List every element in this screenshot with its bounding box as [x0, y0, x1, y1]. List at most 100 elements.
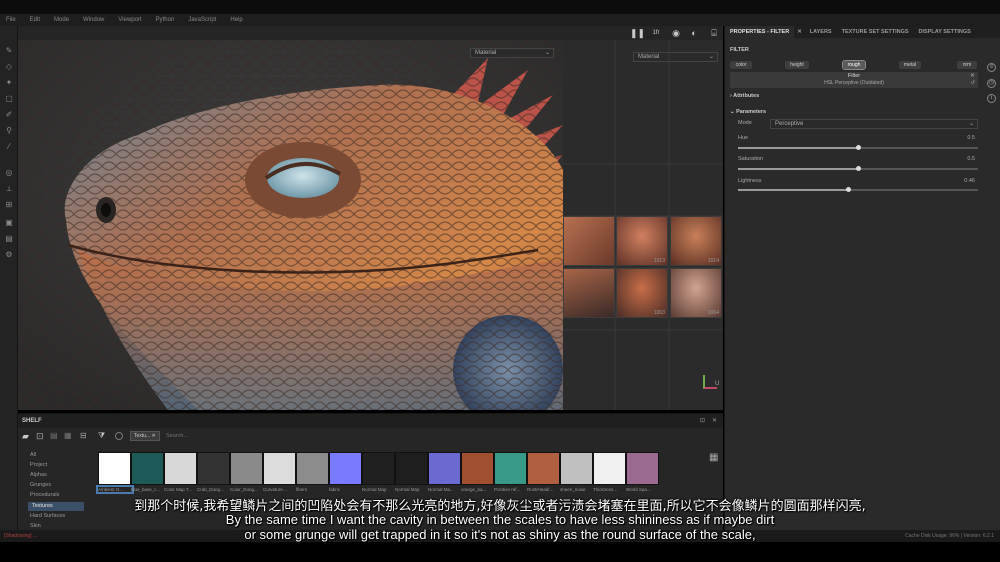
info-icon[interactable]: i [987, 94, 996, 103]
material-dropdown-3d[interactable]: Material ⌄ [470, 48, 554, 58]
menu-bar: File Edit Mode Window Viewport Python Ja… [0, 14, 1000, 26]
geometry-mask-icon[interactable]: ▢ [4, 94, 14, 104]
settings-icon[interactable]: ⚙ [4, 250, 14, 260]
filter-title: Filter [847, 73, 861, 79]
parameters-label: Parameters [736, 109, 767, 115]
channel-metal[interactable]: metal [899, 61, 921, 69]
projection-icon[interactable]: ✦ [4, 78, 14, 88]
pause-icon[interactable]: ❚❚ [630, 27, 645, 39]
iguana-render [18, 40, 563, 410]
fps-icon[interactable]: 1fr [650, 27, 662, 39]
channel-rough[interactable]: rough [842, 60, 866, 70]
uv-tile-1014[interactable]: 1014 [670, 216, 722, 266]
shelf-thumbnail[interactable] [428, 452, 461, 485]
eraser-icon[interactable]: ◇ [4, 62, 14, 72]
chevron-down-icon: ⌄ [968, 121, 974, 127]
uv-tile-1003[interactable]: 1003 [616, 268, 668, 318]
tab-properties-filter[interactable]: PROPERTIES - FILTER [725, 26, 795, 38]
lightness-value[interactable]: 0.46 [964, 178, 975, 184]
polygon-fill-icon[interactable]: ◎ [4, 168, 14, 178]
shelf-thumbnail-label: Color_Dung... [230, 487, 258, 492]
paint-brush-icon[interactable]: ✎ [4, 46, 14, 56]
channel-nrm[interactable]: nrm [957, 61, 977, 69]
attributes-header[interactable]: › Attributes [730, 93, 759, 99]
screenshot-icon[interactable]: ⌸ [708, 27, 720, 39]
menu-python[interactable]: Python [156, 14, 175, 26]
hue-slider[interactable] [738, 145, 978, 150]
subtitle-english-line-2: or some grunge will get trapped in it so… [244, 527, 756, 542]
mode-dropdown[interactable]: Perceptive ⌄ [770, 119, 978, 129]
shelf-thumbnail[interactable] [329, 452, 362, 485]
viewport-toolbar: ❚❚ 1fr ◉ ◐ ⌸ [18, 26, 723, 40]
saturation-slider[interactable] [738, 166, 978, 171]
shelf-thumbnail[interactable] [461, 452, 494, 485]
tab-texture-set-settings[interactable]: TEXTURE SET SETTINGS [837, 26, 914, 38]
grid-size-icon[interactable]: ▦ [709, 452, 718, 463]
document-icon[interactable]: ▤ [4, 234, 14, 244]
shelf-thumbnail[interactable] [98, 452, 131, 485]
uv-tile-left-top [563, 216, 615, 266]
menu-viewport[interactable]: Viewport [118, 14, 141, 26]
menu-edit[interactable]: Edit [30, 14, 40, 26]
shelf-thumbnail[interactable] [395, 452, 428, 485]
image-icon[interactable]: ▣ [4, 218, 14, 228]
viewport-3d[interactable]: Material ⌄ [18, 40, 563, 410]
picker-icon[interactable]: ⁄ [4, 142, 14, 152]
smudge-icon[interactable]: ✐ [4, 110, 14, 120]
bake-icon[interactable]: ⊞ [4, 200, 14, 210]
display-mode-icon[interactable]: ◐ [688, 27, 700, 39]
video-letterbox-top [0, 0, 1000, 14]
tab-display-settings[interactable]: DISPLAY SETTINGS [914, 26, 976, 38]
shelf-thumbnail[interactable] [296, 452, 329, 485]
measure-icon[interactable]: ⟂ [4, 184, 14, 194]
uv-tile-1013[interactable]: 1013 [616, 216, 668, 266]
shelf-thumbnail[interactable] [626, 452, 659, 485]
saturation-slider-knob[interactable] [856, 166, 861, 171]
shelf-thumbnail-label: fibers [296, 487, 308, 492]
filter-resource-box[interactable]: Filter HSL Perceptive (Outdated) ✕ ↺ [730, 72, 978, 88]
shelf-thumbnail-label: Position ref... [494, 487, 521, 492]
camera-mode-icon[interactable]: ◉ [670, 27, 682, 39]
shelf-thumbnail[interactable] [527, 452, 560, 485]
lightness-slider-knob[interactable] [846, 187, 852, 192]
shelf-thumbnail[interactable] [263, 452, 296, 485]
menu-javascript[interactable]: JavaScript [188, 14, 216, 26]
clone-icon[interactable]: ⚲ [4, 126, 14, 136]
menu-help[interactable]: Help [230, 14, 242, 26]
menu-window[interactable]: Window [83, 14, 104, 26]
properties-panel: PROPERTIES - FILTER ✕ LAYERS TEXTURE SET… [724, 26, 1000, 530]
shelf-thumbnail[interactable] [230, 452, 263, 485]
lightness-label: Lightness [738, 178, 762, 184]
shelf-thumbnail[interactable] [131, 452, 164, 485]
parameters-header[interactable]: ⌄ Parameters [730, 109, 766, 115]
layer-stack-icon[interactable]: ≡ [987, 63, 996, 72]
hue-slider-knob[interactable] [856, 145, 861, 150]
lightness-slider[interactable] [738, 187, 978, 192]
saturation-value[interactable]: 0.5 [967, 156, 975, 162]
uv-tile-label: 1014 [707, 258, 719, 264]
close-icon[interactable]: ✕ [970, 72, 975, 79]
uv-tile-left-bottom [563, 268, 615, 318]
menu-file[interactable]: File [6, 14, 16, 26]
shelf-thumbnail[interactable] [494, 452, 527, 485]
shelf-thumbnail-label: World Spa... [626, 487, 651, 492]
uv-tile-1004[interactable]: 1004 [670, 268, 722, 318]
shelf-thumbnail-label: blue_base_c... [131, 487, 161, 492]
menu-mode[interactable]: Mode [54, 14, 69, 26]
tab-layers[interactable]: LAYERS [805, 26, 837, 38]
shelf-thumbnail[interactable] [593, 452, 626, 485]
shelf-thumbnail-label: Rust/Head/... [527, 487, 554, 492]
shelf-thumbnail[interactable] [560, 452, 593, 485]
reset-icon[interactable]: ↺ [971, 80, 975, 86]
history-icon[interactable]: ◷ [987, 79, 996, 88]
shelf-thumbnail[interactable] [362, 452, 395, 485]
channel-height[interactable]: height [785, 61, 809, 69]
shelf-thumbnail-label: Normal Map [362, 487, 387, 492]
hue-value[interactable]: 0.5 [967, 135, 975, 141]
channel-color[interactable]: color [730, 61, 752, 69]
shelf-thumbnail[interactable] [164, 452, 197, 485]
shelf-thumbnail[interactable] [197, 452, 230, 485]
close-icon[interactable]: ✕ [794, 26, 805, 38]
viewport-2d[interactable]: Material ⌄ 1013 1014 1003 1004 U [563, 40, 723, 410]
shelf-thumbnail-label: orange_ba... [461, 487, 487, 492]
